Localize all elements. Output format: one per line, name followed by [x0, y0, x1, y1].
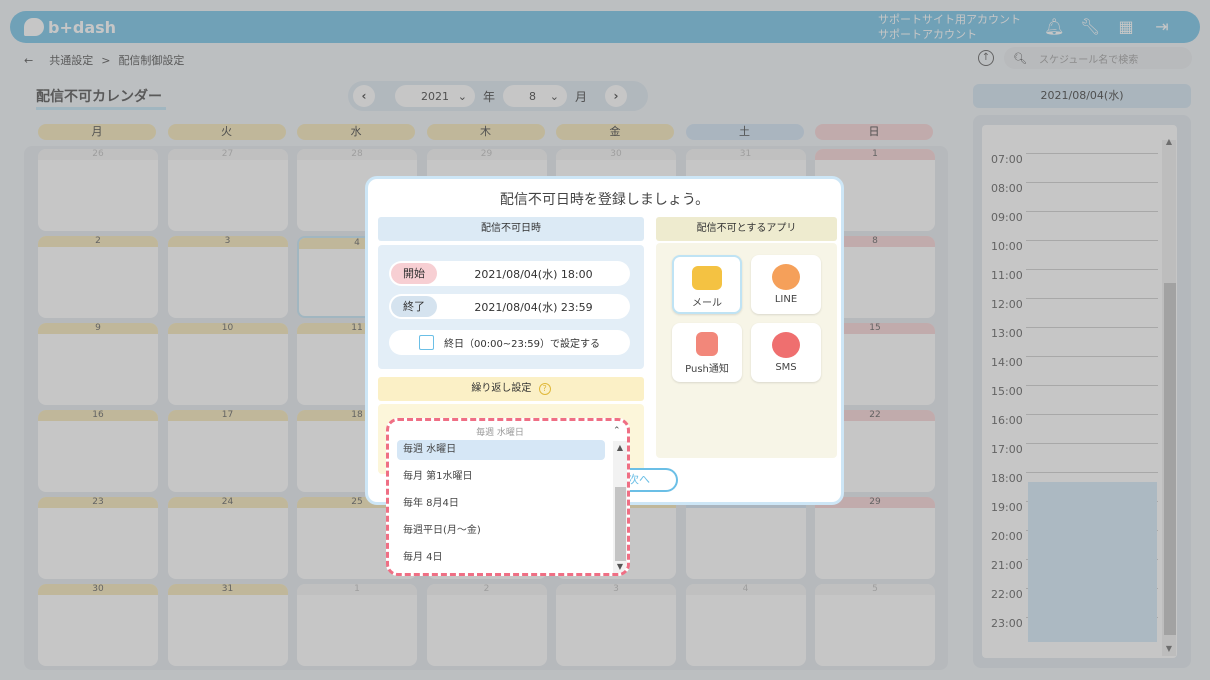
dropdown-scroll-up-icon[interactable]: ▲	[613, 443, 627, 452]
apps-header: 配信不可とするアプリ	[656, 217, 837, 241]
end-datetime-field[interactable]: 終了 2021/08/04(水) 23:59	[389, 294, 630, 319]
end-label: 終了	[391, 296, 437, 317]
allday-label: 終日（00:00~23:59）で設定する	[443, 339, 600, 350]
app-sms-label: SMS	[775, 362, 797, 373]
repeat-option[interactable]: 毎月 第1水曜日	[397, 467, 605, 487]
app-push-button[interactable]: Push通知	[672, 323, 742, 382]
dropdown-scrollbar-thumb[interactable]	[615, 487, 626, 561]
dropdown-scroll-down-icon[interactable]: ▼	[613, 562, 627, 571]
repeat-current-value: 毎週 水曜日	[476, 428, 524, 438]
start-label: 開始	[391, 263, 437, 284]
chevron-up-icon[interactable]: ⌃	[613, 426, 621, 436]
datetime-panel: 開始 2021/08/04(水) 18:00 終了 2021/08/04(水) 23…	[378, 245, 644, 369]
app-line-label: LINE	[774, 294, 798, 305]
allday-checkbox[interactable]	[418, 335, 434, 350]
repeat-header: 繰り返し設定 ?	[378, 377, 644, 401]
sms-icon	[772, 332, 800, 358]
repeat-header-label: 繰り返し設定	[471, 383, 532, 394]
start-value: 2021/08/04(水) 18:00	[474, 267, 593, 281]
start-datetime-field[interactable]: 開始 2021/08/04(水) 18:00	[389, 261, 630, 286]
app-mail-label: メール	[692, 298, 722, 309]
mail-icon	[692, 266, 722, 290]
help-icon[interactable]: ?	[538, 383, 551, 395]
modal-title: 配信不可日時を登録しましょう。	[499, 192, 710, 208]
app-mail-button[interactable]: メール	[672, 255, 742, 314]
line-icon	[772, 264, 800, 290]
datetime-header: 配信不可日時	[378, 217, 644, 241]
app-push-label: Push通知	[685, 364, 729, 375]
next-button[interactable]: 次へ	[626, 468, 678, 492]
repeat-option[interactable]: 毎週平日(月～金)	[397, 521, 605, 541]
app-sms-button[interactable]: SMS	[751, 323, 821, 382]
end-value: 2021/08/04(水) 23:59	[474, 300, 593, 314]
app-line-button[interactable]: LINE	[751, 255, 821, 314]
allday-toggle[interactable]: 終日（00:00~23:59）で設定する	[389, 330, 630, 355]
repeat-option[interactable]: 毎月 4日	[397, 548, 605, 568]
apps-panel: メール LINE Push通知 SMS	[656, 243, 837, 458]
repeat-option[interactable]: 毎年 8月4日	[397, 494, 605, 514]
repeat-option[interactable]: 毎週 水曜日	[397, 440, 605, 460]
push-icon	[696, 332, 718, 356]
repeat-dropdown[interactable]: 毎週 水曜日 ⌃ 毎週 水曜日 毎月 第1水曜日 毎年 8月4日 毎週平日(月～金) 毎…	[386, 418, 630, 576]
